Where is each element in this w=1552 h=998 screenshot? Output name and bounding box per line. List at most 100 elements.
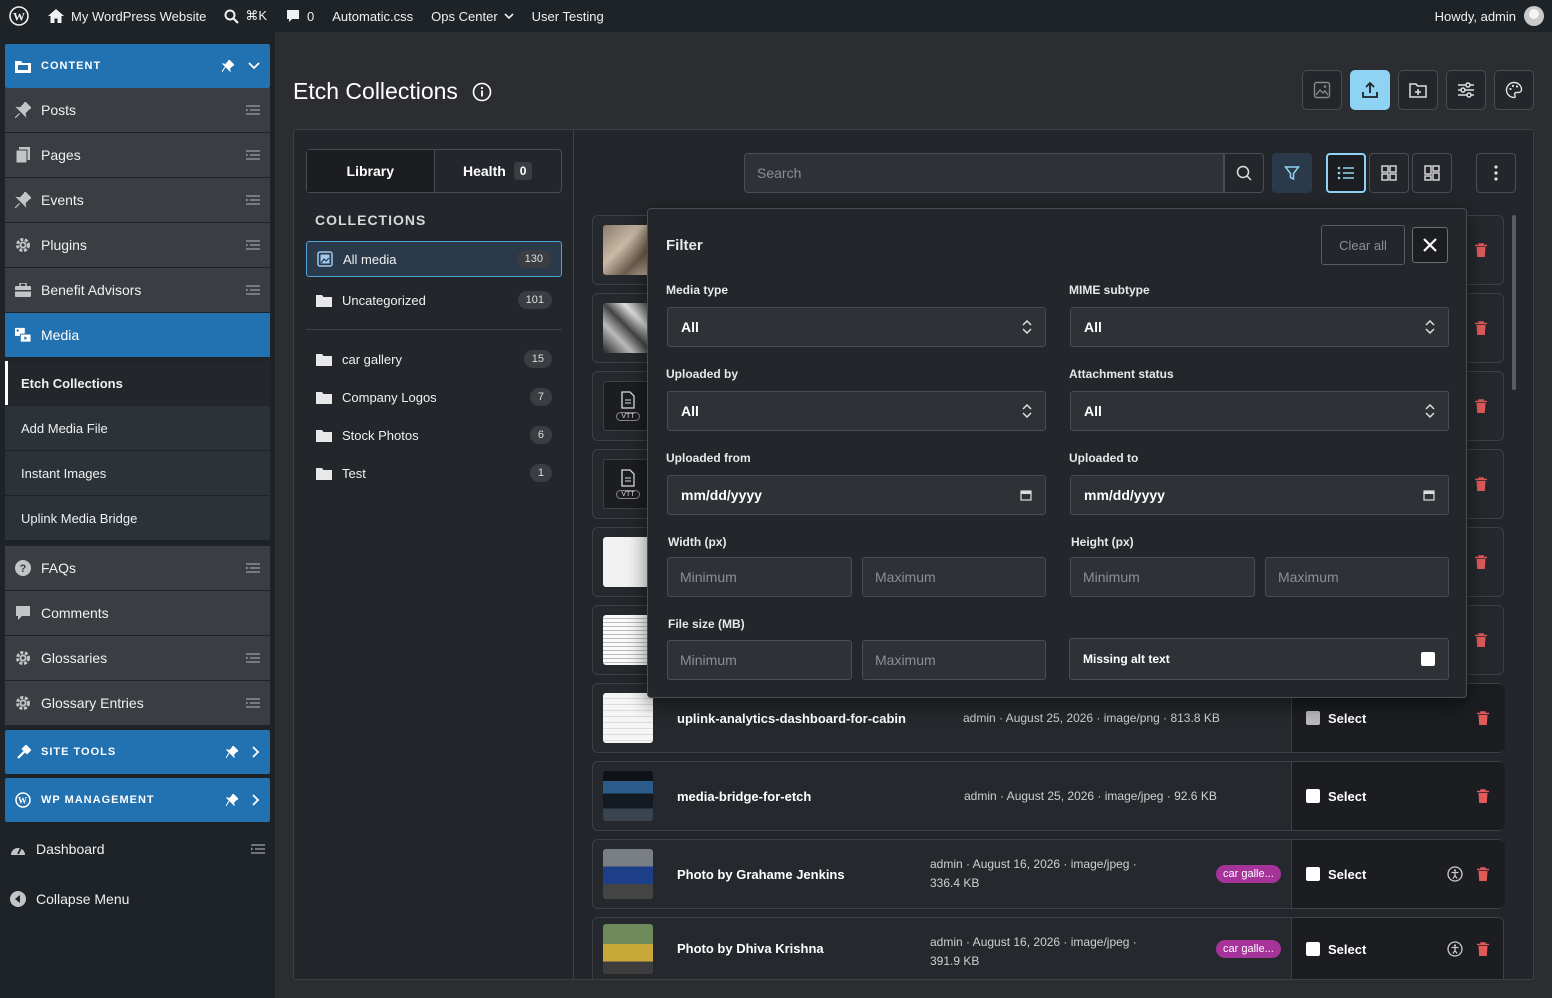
table-row[interactable]: Photo by Grahame Jenkins admin · August … (592, 839, 1505, 909)
comments-link[interactable]: 0 (276, 0, 323, 32)
avatar[interactable] (1524, 6, 1544, 26)
table-row[interactable]: media-bridge-for-etch admin · August 25,… (592, 761, 1505, 831)
width-min-input[interactable]: Minimum (667, 557, 852, 597)
filter-button[interactable] (1272, 153, 1312, 193)
checkbox[interactable] (1421, 652, 1435, 666)
trash-icon[interactable] (1475, 477, 1487, 491)
pin-icon[interactable] (226, 746, 238, 758)
menu-user-testing[interactable]: User Testing (523, 0, 613, 32)
menu-ops-center[interactable]: Ops Center (422, 0, 522, 32)
tab-library[interactable]: Library (307, 150, 435, 192)
checkbox[interactable] (1306, 942, 1320, 956)
search-shortcut[interactable]: ⌘K (215, 0, 276, 32)
uploaded-to-date-input[interactable]: mm/dd/yyyy (1070, 475, 1449, 515)
more-options-button[interactable] (1476, 153, 1516, 193)
reorder-icon[interactable] (246, 195, 260, 205)
collection-uncategorized[interactable]: Uncategorized 101 (306, 282, 562, 318)
upload-button[interactable] (1350, 70, 1390, 110)
trash-icon[interactable] (1477, 867, 1489, 881)
calendar-icon[interactable] (1423, 489, 1435, 501)
calendar-icon[interactable] (1020, 489, 1032, 501)
theme-palette-button[interactable] (1494, 70, 1534, 110)
sidebar-item-posts[interactable]: Posts (5, 88, 270, 132)
uploaded-from-date-input[interactable]: mm/dd/yyyy (667, 475, 1046, 515)
sidebar-item-plugins[interactable]: Plugins (5, 223, 270, 267)
scrollbar[interactable] (1512, 215, 1516, 390)
submenu-add-media-file[interactable]: Add Media File (5, 406, 270, 450)
reorder-icon[interactable] (246, 105, 260, 115)
uploaded-by-select[interactable]: All (667, 391, 1046, 431)
reorder-icon[interactable] (246, 150, 260, 160)
accessibility-icon[interactable] (1447, 866, 1463, 882)
width-max-input[interactable]: Maximum (862, 557, 1046, 597)
chevron-right-icon[interactable] (252, 746, 260, 758)
collection-test[interactable]: Test 1 (306, 455, 562, 491)
sidebar-item-comments[interactable]: Comments (5, 591, 270, 635)
checkbox[interactable] (1306, 711, 1320, 725)
attachment-status-select[interactable]: All (1070, 391, 1449, 431)
select-checkbox[interactable]: Select (1291, 840, 1505, 908)
table-row[interactable]: Photo by Dhiva Krishna admin · August 16… (592, 917, 1504, 979)
select-checkbox[interactable]: Select (1291, 918, 1503, 979)
menu-automatic-css[interactable]: Automatic.css (323, 0, 422, 32)
accessibility-icon[interactable] (1447, 941, 1463, 957)
sidebar-item-glossary-entries[interactable]: Glossary Entries (5, 681, 270, 725)
reorder-icon[interactable] (246, 240, 260, 250)
search-button[interactable] (1224, 153, 1264, 193)
file-size-min-input[interactable]: Minimum (667, 640, 852, 680)
height-min-input[interactable]: Minimum (1070, 557, 1255, 597)
media-type-select[interactable]: All (667, 307, 1046, 347)
mime-subtype-select[interactable]: All (1070, 307, 1449, 347)
trash-icon[interactable] (1475, 243, 1487, 257)
site-name-link[interactable]: My WordPress Website (38, 0, 215, 32)
trash-icon[interactable] (1475, 555, 1487, 569)
sidebar-item-glossaries[interactable]: Glossaries (5, 636, 270, 680)
reorder-icon[interactable] (246, 563, 260, 573)
trash-icon[interactable] (1477, 789, 1489, 803)
submenu-instant-images[interactable]: Instant Images (5, 451, 270, 495)
search-input[interactable]: Search (744, 153, 1224, 193)
reorder-icon[interactable] (251, 844, 265, 854)
file-size-max-input[interactable]: Maximum (862, 640, 1046, 680)
submenu-uplink-media-bridge[interactable]: Uplink Media Bridge (5, 496, 270, 540)
checkbox[interactable] (1306, 789, 1320, 803)
sidebar-item-faqs[interactable]: ? FAQs (5, 546, 270, 590)
section-site-tools[interactable]: SITE TOOLS (5, 730, 270, 774)
sidebar-item-benefit-advisors[interactable]: Benefit Advisors (5, 268, 270, 312)
reorder-icon[interactable] (246, 698, 260, 708)
collection-car-gallery[interactable]: car gallery 15 (306, 341, 562, 377)
reorder-icon[interactable] (246, 285, 260, 295)
select-checkbox[interactable]: Select (1291, 762, 1505, 830)
close-button[interactable] (1412, 227, 1448, 263)
trash-icon[interactable] (1477, 711, 1489, 725)
sidebar-item-pages[interactable]: Pages (5, 133, 270, 177)
list-view-button[interactable] (1326, 153, 1366, 193)
howdy-greeting[interactable]: Howdy, admin (1435, 9, 1516, 24)
missing-alt-text-toggle[interactable]: Missing alt text (1069, 638, 1449, 680)
collection-tag[interactable]: car galle... (1216, 939, 1281, 958)
section-wp-management[interactable]: W WP MANAGEMENT (5, 778, 270, 822)
tab-health[interactable]: Health 0 (435, 150, 562, 192)
checkbox[interactable] (1306, 867, 1320, 881)
collection-company-logos[interactable]: Company Logos 7 (306, 379, 562, 415)
media-name[interactable]: uplink-analytics-dashboard-for-cabin (677, 711, 906, 726)
collection-all-media[interactable]: All media 130 (306, 241, 562, 277)
sidebar-item-media[interactable]: Media (5, 313, 270, 357)
info-icon[interactable] (472, 82, 492, 102)
chevron-right-icon[interactable] (252, 794, 260, 806)
reorder-icon[interactable] (246, 653, 260, 663)
trash-icon[interactable] (1477, 942, 1489, 956)
media-name[interactable]: Photo by Grahame Jenkins (677, 867, 845, 882)
media-name[interactable]: media-bridge-for-etch (677, 789, 811, 804)
clear-all-button[interactable]: Clear all (1321, 225, 1405, 265)
collection-tag[interactable]: car galle... (1216, 865, 1281, 883)
pin-icon[interactable] (226, 794, 238, 806)
submenu-etch-collections[interactable]: Etch Collections (5, 361, 270, 405)
image-view-button[interactable] (1302, 70, 1342, 110)
section-content[interactable]: CONTENT (5, 44, 270, 88)
masonry-view-button[interactable] (1412, 153, 1452, 193)
collapse-menu-button[interactable]: Collapse Menu (0, 877, 275, 921)
trash-icon[interactable] (1475, 399, 1487, 413)
media-name[interactable]: Photo by Dhiva Krishna (677, 941, 824, 956)
sidebar-item-events[interactable]: Events (5, 178, 270, 222)
